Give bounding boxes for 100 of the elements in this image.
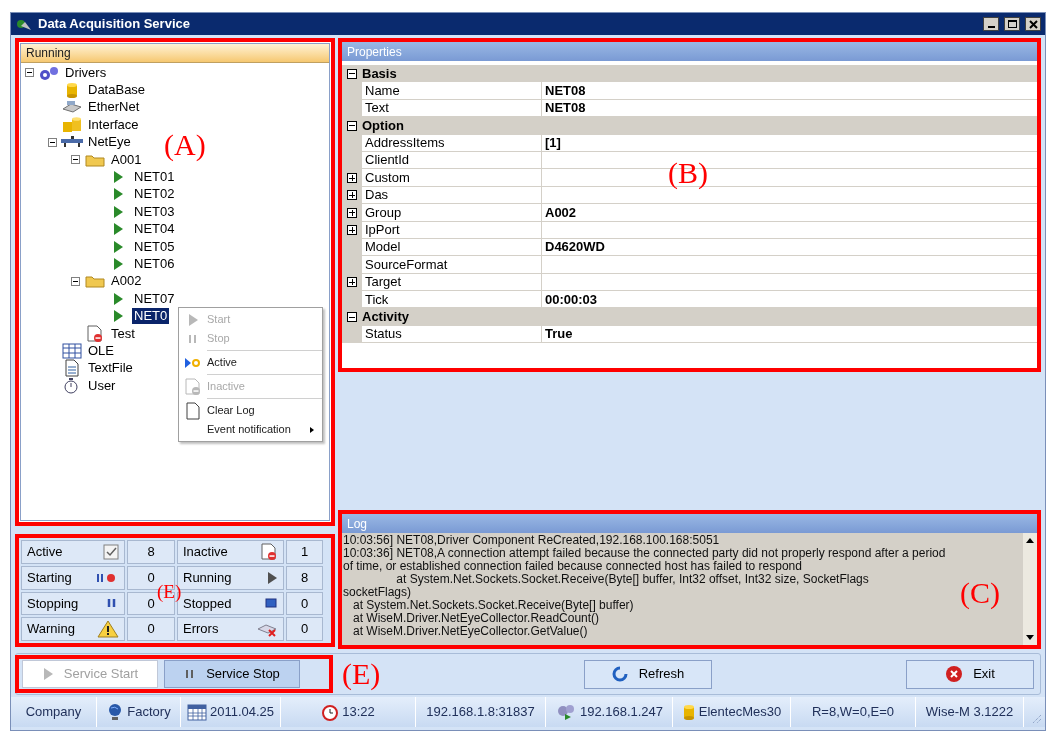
category-title: Basis bbox=[362, 64, 397, 83]
checkbox-icon bbox=[103, 543, 119, 560]
close-button[interactable] bbox=[1025, 17, 1041, 31]
document-stop-icon bbox=[184, 377, 202, 396]
status-text: 13:22 bbox=[342, 703, 375, 722]
collapse-toggle[interactable] bbox=[48, 137, 57, 147]
status-text: ElentecMes30 bbox=[698, 703, 782, 722]
cylinder-icon bbox=[681, 704, 696, 720]
category-title: Option bbox=[362, 117, 404, 136]
maximize-button[interactable] bbox=[1004, 17, 1020, 31]
tree-item[interactable]: NetEye bbox=[86, 134, 133, 151]
status-text: R=8,W=0,E=0 bbox=[812, 703, 894, 722]
play-icon bbox=[112, 257, 124, 271]
menu-item[interactable]: Event notification bbox=[179, 420, 322, 439]
menu-item[interactable]: Clear Log bbox=[179, 401, 322, 420]
tree-item[interactable]: OLE bbox=[86, 342, 116, 359]
tree-item[interactable]: A001 bbox=[109, 151, 144, 168]
property-name: Custom bbox=[365, 168, 410, 187]
tree-item[interactable]: NET02 bbox=[132, 186, 177, 203]
collapse-toggle[interactable] bbox=[71, 155, 80, 165]
status-text: 192.168.1.247 bbox=[579, 703, 664, 722]
tree-item[interactable]: NET0 bbox=[132, 308, 170, 325]
property-value: NET08 bbox=[545, 81, 586, 100]
log-line: at System.Net.Sockets.Socket.Receive(Byte[] buffer, Int32 offset, Int32 size, SocketFlags bbox=[395, 573, 870, 586]
tree-item[interactable]: TextFile bbox=[86, 360, 135, 377]
minimize-button[interactable] bbox=[983, 17, 999, 31]
expand-toggle[interactable] bbox=[347, 173, 357, 184]
property-name: Group bbox=[365, 203, 402, 222]
document-icon bbox=[185, 401, 201, 420]
down-arrow-icon bbox=[1026, 635, 1034, 641]
tree-item[interactable]: A002 bbox=[109, 273, 144, 290]
clock-icon bbox=[321, 703, 340, 721]
calendar-icon bbox=[186, 703, 207, 721]
tree-item[interactable]: Interface bbox=[86, 116, 141, 133]
property-name: Das bbox=[365, 186, 389, 205]
status-name: Running bbox=[183, 568, 232, 587]
tree-item[interactable]: NET05 bbox=[132, 238, 177, 255]
expand-toggle[interactable] bbox=[347, 207, 357, 218]
cylinder-icon bbox=[65, 82, 79, 99]
property-name: Name bbox=[365, 81, 400, 100]
play-icon bbox=[112, 170, 124, 185]
category-title: Activity bbox=[362, 308, 409, 327]
property-value: True bbox=[545, 325, 573, 344]
error-icon bbox=[256, 621, 278, 638]
status-name: Warning bbox=[27, 620, 75, 639]
tree-item[interactable]: Drivers bbox=[63, 64, 109, 81]
collapse-toggle[interactable] bbox=[71, 276, 80, 286]
log-line: 10:03:36] NET08,A connection attempt failed because the connected party did not properly respond after a period bbox=[343, 547, 947, 560]
submenu-arrow-icon bbox=[308, 424, 316, 435]
property-name: IpPort bbox=[365, 220, 400, 239]
status-text: Factory bbox=[127, 703, 171, 722]
play-icon bbox=[112, 204, 124, 219]
panel-header: Log bbox=[342, 514, 1037, 533]
close-icon bbox=[1028, 19, 1038, 29]
expand-toggle[interactable] bbox=[347, 225, 357, 236]
refresh-button[interactable]: Refresh bbox=[583, 659, 712, 689]
exit-button[interactable]: Exit bbox=[906, 659, 1034, 689]
status-name: Stopping bbox=[27, 594, 79, 613]
play-icon bbox=[112, 309, 124, 324]
property-value: 00:00:03 bbox=[545, 290, 598, 309]
resize-grip-icon bbox=[1032, 714, 1042, 724]
folder-icon bbox=[85, 152, 105, 167]
status-name: Inactive bbox=[183, 543, 228, 562]
tree-item[interactable]: NET06 bbox=[132, 256, 177, 272]
log-line: socketFlags) bbox=[343, 586, 412, 599]
network-device-icon bbox=[61, 99, 83, 116]
status-text: 2011.04.25 bbox=[209, 703, 275, 722]
status-text: Company bbox=[25, 703, 82, 722]
tree-item[interactable]: DataBase bbox=[86, 82, 148, 99]
tree-item[interactable]: Test bbox=[109, 325, 137, 342]
property-name: AddressItems bbox=[365, 134, 445, 152]
tree-item[interactable]: NET04 bbox=[132, 221, 177, 238]
tree-item[interactable]: NET03 bbox=[132, 203, 177, 220]
status-text: 192.168.1.8:31837 bbox=[426, 703, 535, 722]
status-name: Starting bbox=[27, 568, 72, 587]
window-title: Data Acquisition Service bbox=[38, 15, 190, 34]
property-value: [1] bbox=[545, 134, 561, 152]
tree-item[interactable]: EtherNet bbox=[86, 99, 142, 116]
property-name: Status bbox=[365, 325, 402, 344]
expand-toggle[interactable] bbox=[347, 277, 357, 288]
refresh-icon bbox=[610, 665, 629, 683]
log-line: at WiseM.Driver.NetEyeCollector.GetValue() bbox=[352, 625, 588, 638]
log-line: at WiseM.Driver.NetEyeCollector.ReadCount() bbox=[352, 612, 600, 625]
menu-item[interactable]: Active bbox=[179, 353, 322, 372]
collapse-toggle[interactable] bbox=[25, 68, 34, 78]
tree-item[interactable]: NET01 bbox=[132, 169, 177, 186]
tree-item[interactable]: NET07 bbox=[132, 290, 177, 307]
annotation-label: (B) bbox=[668, 158, 708, 188]
service-button[interactable]: Service Stop bbox=[164, 660, 300, 688]
property-name: SourceFormat bbox=[365, 255, 448, 274]
annotation-label: (A) bbox=[164, 130, 206, 160]
expand-toggle[interactable] bbox=[347, 190, 357, 201]
collapse-toggle[interactable] bbox=[347, 68, 357, 79]
status-name: Stopped bbox=[183, 594, 232, 613]
scrollbar[interactable] bbox=[1023, 533, 1037, 645]
collapse-toggle[interactable] bbox=[347, 120, 357, 131]
tree-item[interactable]: User bbox=[86, 377, 118, 394]
collapse-toggle[interactable] bbox=[347, 312, 357, 323]
panel-header: Running bbox=[21, 44, 329, 63]
property-name: Target bbox=[365, 273, 402, 292]
